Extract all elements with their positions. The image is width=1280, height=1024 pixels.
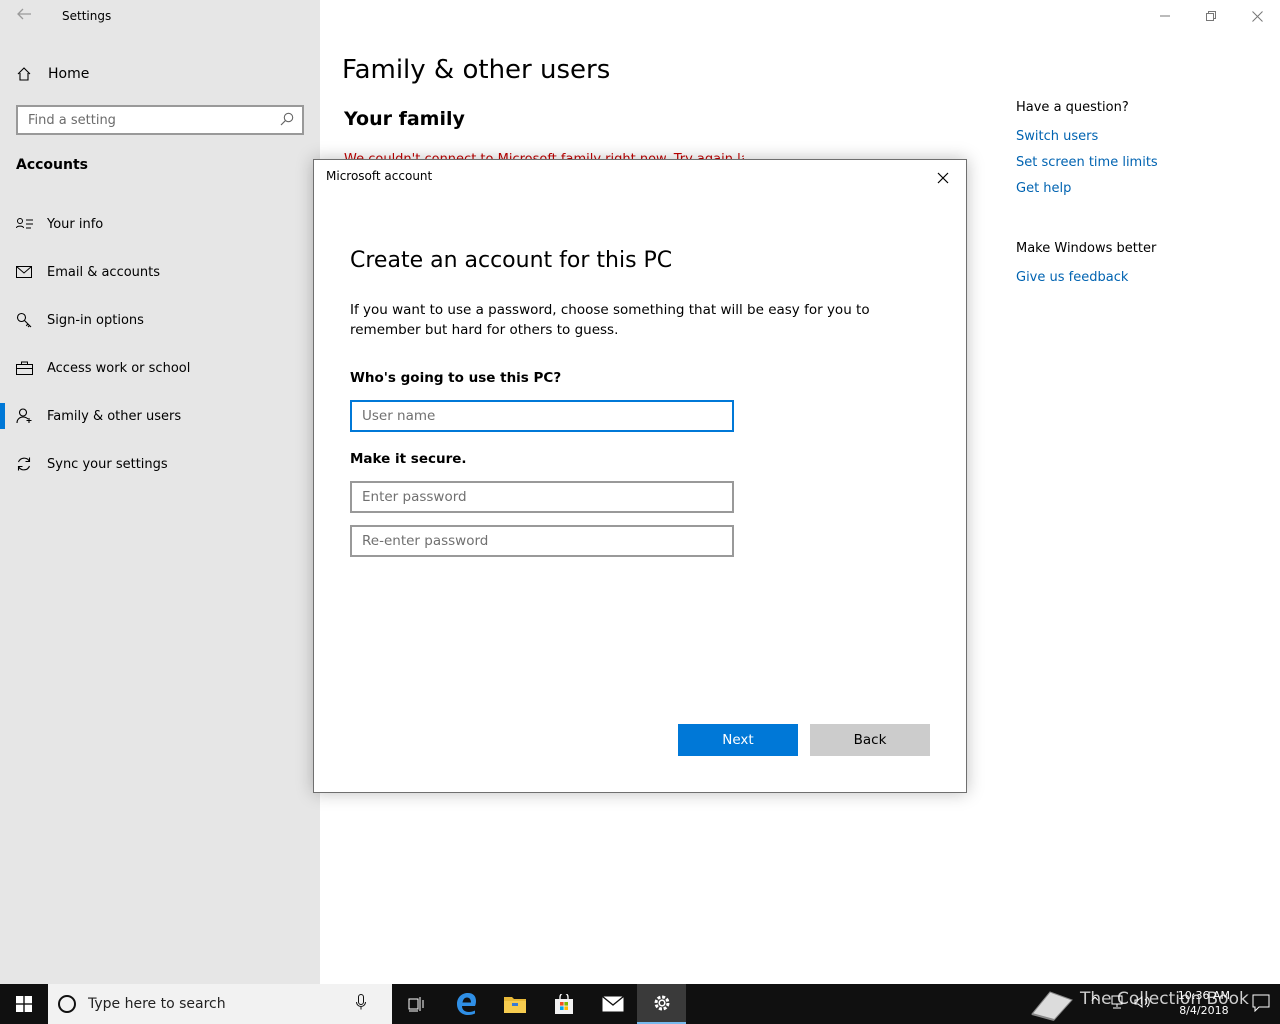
windows-start-icon[interactable] (0, 984, 48, 1024)
key-icon (16, 312, 34, 328)
cortana-icon (58, 995, 76, 1013)
microphone-icon[interactable] (356, 994, 366, 1014)
taskbar-search-box[interactable] (48, 984, 392, 1024)
section-title-accounts: Accounts (16, 157, 89, 173)
give-feedback-link[interactable]: Give us feedback (1016, 270, 1256, 285)
search-icon[interactable] (280, 111, 294, 130)
who-label: Who's going to use this PC? (350, 370, 562, 386)
window-controls (1142, 0, 1280, 32)
dialog-heading: Create an account for this PC (350, 248, 673, 273)
person-card-icon (16, 217, 34, 231)
sidebar-item-sign-in-options[interactable]: Sign-in options (0, 296, 320, 344)
action-center-icon[interactable] (1252, 994, 1270, 1016)
microsoft-account-dialog: Microsoft account Create an account for … (313, 159, 967, 793)
minimize-icon[interactable] (1142, 0, 1188, 32)
settings-search-box[interactable] (16, 105, 304, 135)
home-nav-item[interactable]: Home (16, 63, 89, 85)
restore-icon[interactable] (1188, 0, 1234, 32)
taskbar-search-input[interactable] (88, 996, 356, 1012)
app-title: Settings (62, 9, 112, 23)
add-person-icon (16, 408, 34, 424)
sidebar-item-label: Sync your settings (47, 456, 168, 472)
mail-app-icon[interactable] (588, 984, 637, 1024)
password-input[interactable] (350, 481, 734, 513)
question-heading: Have a question? (1016, 100, 1129, 115)
sidebar-item-label: Email & accounts (47, 264, 161, 280)
microsoft-store-icon[interactable] (539, 984, 588, 1024)
edge-browser-icon[interactable] (441, 984, 490, 1024)
file-explorer-icon[interactable] (490, 984, 539, 1024)
sync-icon (16, 456, 34, 472)
clock-date: 8/4/2018 (1179, 1004, 1229, 1017)
make-windows-better-heading: Make Windows better (1016, 241, 1157, 256)
dialog-description: If you want to use a password, choose so… (350, 302, 870, 338)
sidebar-item-label: Family & other users (47, 408, 182, 424)
book-logo-icon (1028, 986, 1078, 1024)
mail-icon (16, 266, 34, 278)
screen-time-link[interactable]: Set screen time limits (1016, 155, 1256, 170)
sidebar-item-email-accounts[interactable]: Email & accounts (0, 248, 320, 296)
task-view-icon[interactable] (392, 984, 441, 1024)
network-icon[interactable] (1110, 995, 1124, 1012)
briefcase-icon (16, 361, 34, 375)
volume-icon[interactable] (1134, 995, 1150, 1012)
sidebar-item-access-work-school[interactable]: Access work or school (0, 344, 320, 392)
switch-users-link[interactable]: Switch users (1016, 129, 1256, 144)
dialog-title: Microsoft account (326, 169, 433, 183)
home-icon (16, 66, 34, 82)
secure-label: Make it secure. (350, 451, 467, 467)
reenter-password-input[interactable] (350, 525, 734, 557)
page-title: Family & other users (342, 55, 611, 85)
back-arrow-icon[interactable] (14, 6, 34, 26)
sidebar-item-label: Your info (47, 216, 104, 232)
sidebar-item-family-other-users[interactable]: Family & other users (0, 392, 320, 440)
next-button[interactable]: Next (678, 724, 798, 756)
sidebar-item-label: Sign-in options (47, 312, 144, 328)
settings-search-input[interactable] (28, 112, 258, 128)
back-button[interactable]: Back (810, 724, 930, 756)
clock-time: 10:36 AM (1177, 989, 1230, 1002)
close-window-icon[interactable] (1234, 0, 1280, 32)
taskbar-clock[interactable]: 10:36 AM 8/4/2018 (1178, 988, 1230, 1018)
sidebar-item-sync-settings[interactable]: Sync your settings (0, 440, 320, 488)
settings-app-icon[interactable] (637, 984, 686, 1024)
sidebar: Settings Home Accounts Your info Email &… (0, 0, 320, 984)
username-input[interactable] (350, 400, 734, 432)
accounts-nav: Your info Email & accounts Sign-in optio… (0, 200, 320, 488)
section-subtitle: Your family (344, 108, 465, 130)
help-panel: Have a question? Switch users Set screen… (1016, 100, 1256, 296)
get-help-link[interactable]: Get help (1016, 181, 1256, 196)
sidebar-item-your-info[interactable]: Your info (0, 200, 320, 248)
dialog-close-icon[interactable] (930, 166, 956, 190)
taskbar: The Collection Book ^ 10:36 AM 8/4/2018 (0, 984, 1280, 1024)
system-tray: The Collection Book ^ 10:36 AM 8/4/2018 (1020, 984, 1280, 1024)
tray-icons: ^ (1090, 995, 1150, 1012)
chevron-up-icon[interactable]: ^ (1090, 995, 1100, 1012)
home-label: Home (48, 66, 90, 82)
sidebar-item-label: Access work or school (47, 360, 191, 376)
